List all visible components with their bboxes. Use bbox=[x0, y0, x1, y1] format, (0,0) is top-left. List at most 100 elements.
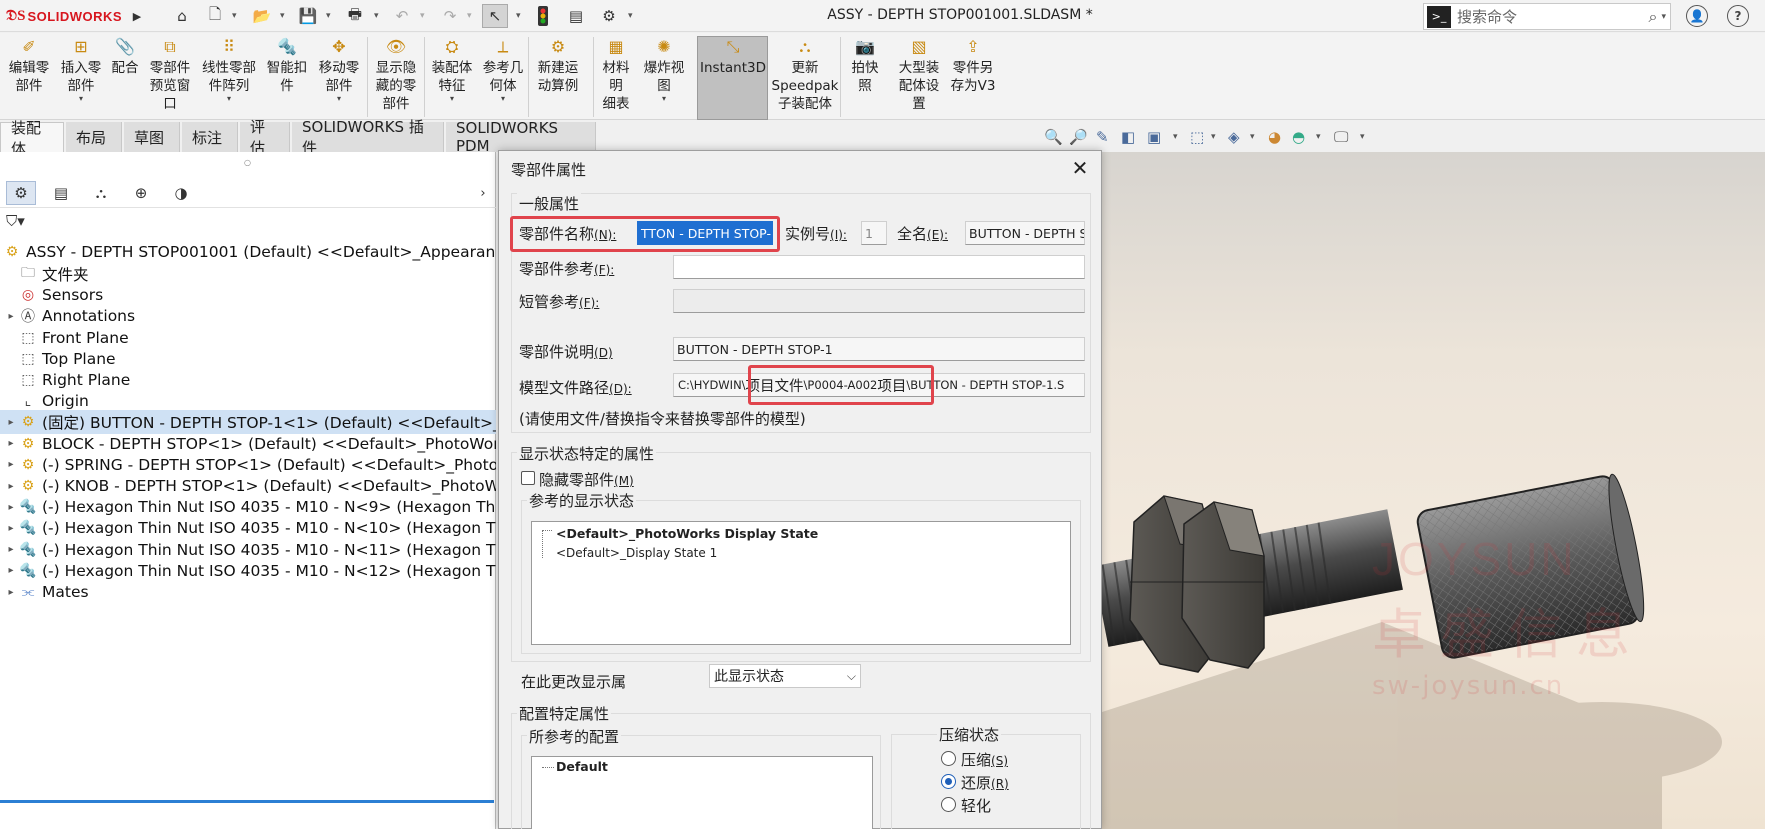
redo-icon[interactable]: ↷ bbox=[440, 4, 460, 28]
expand-arrow-icon[interactable]: ▸ bbox=[4, 565, 18, 576]
search-icon[interactable]: ⌕ bbox=[1649, 7, 1658, 27]
ribbon-insert-component-button[interactable]: ⊞ 插入零 部件 ▾ bbox=[57, 36, 105, 103]
panel-splitter-handle[interactable]: ○ bbox=[244, 158, 251, 167]
new-dropdown-icon[interactable]: ▾ bbox=[232, 4, 242, 28]
dropdown-arrow-icon[interactable]: ▾ bbox=[662, 95, 666, 103]
resolve-radio[interactable] bbox=[941, 774, 956, 789]
configuration-manager-tab-icon[interactable]: ⛬ bbox=[86, 181, 116, 205]
traffic-light-icon[interactable] bbox=[534, 4, 552, 28]
tab-layout[interactable]: 布局 bbox=[66, 122, 122, 152]
zoom-to-fit-icon[interactable]: 🔍 bbox=[1044, 128, 1063, 146]
config-item[interactable]: Default bbox=[556, 759, 608, 774]
file-properties-icon[interactable]: ▤ bbox=[565, 4, 587, 28]
menu-expand-icon[interactable]: ▶ bbox=[130, 4, 144, 28]
ribbon-linear-pattern-button[interactable]: ⠿ 线性零部 件阵列 ▾ bbox=[198, 36, 260, 103]
graphics-viewport[interactable]: JOYSUN 卓盛信息 sw-joysun.cn bbox=[1102, 152, 1765, 829]
dropdown-arrow-icon[interactable]: ▾ bbox=[501, 95, 505, 103]
dropdown-arrow-icon[interactable]: ▾ bbox=[337, 95, 341, 103]
zoom-area-icon[interactable]: 🔎 bbox=[1069, 128, 1088, 146]
display-manager-tab-icon[interactable]: ◑ bbox=[166, 181, 196, 205]
view-orientation-icon[interactable]: ⬚ bbox=[1190, 128, 1204, 146]
expand-arrow-icon[interactable]: ▸ bbox=[4, 502, 18, 513]
ribbon-large-assembly-button[interactable]: ▧ 大型装 配体设置 bbox=[894, 36, 944, 113]
save-dropdown-icon[interactable]: ▾ bbox=[326, 4, 336, 28]
ribbon-speedpak-button[interactable]: ⛬ 更新 Speedpak 子装配体 bbox=[772, 36, 839, 113]
dropdown-arrow-icon[interactable]: ▾ bbox=[450, 95, 454, 103]
tree-root-assembly[interactable]: ⚙ ASSY - DEPTH STOP001001 (Default) <<De… bbox=[0, 240, 496, 264]
display-state-item[interactable]: <Default>_Display State 1 bbox=[556, 546, 717, 560]
tab-evaluate[interactable]: 评估 bbox=[240, 118, 290, 157]
dropdown-arrow-icon[interactable]: ▾ bbox=[79, 95, 83, 103]
hide-show-dropdown-icon[interactable]: ▾ bbox=[1250, 132, 1255, 142]
dynamic-annotation-icon[interactable]: ▣ bbox=[1147, 128, 1161, 146]
ribbon-mate-button[interactable]: 📎 配合 bbox=[110, 36, 140, 77]
ribbon-move-component-button[interactable]: ✥ 移动零 部件 ▾ bbox=[316, 36, 362, 103]
tab-sketch[interactable]: 草图 bbox=[124, 122, 180, 152]
undo-dropdown-icon[interactable]: ▾ bbox=[420, 4, 430, 28]
user-account-icon[interactable]: 👤 bbox=[1686, 5, 1708, 27]
display-state-item-active[interactable]: <Default>_PhotoWorks Display State bbox=[556, 526, 818, 541]
ribbon-exploded-view-button[interactable]: ✺ 爆炸视图 ▾ bbox=[642, 36, 686, 103]
ribbon-motion-study-button[interactable]: ⚙ 新建运 动算例 bbox=[532, 36, 584, 95]
options-gear-icon[interactable]: ⚙ bbox=[598, 4, 620, 28]
ribbon-show-hidden-button[interactable]: 👁 显示隐 藏的零 部件 bbox=[372, 36, 420, 113]
expand-arrow-icon[interactable]: ▸ bbox=[4, 544, 18, 555]
orientation-dropdown-icon[interactable]: ▾ bbox=[1211, 132, 1216, 142]
hide-component-checkbox[interactable] bbox=[521, 471, 535, 485]
panel-expand-icon[interactable]: › bbox=[475, 181, 491, 205]
expand-arrow-icon[interactable]: ▸ bbox=[4, 311, 18, 322]
ribbon-assembly-feature-button[interactable]: ⛭ 装配体 特征 ▾ bbox=[428, 36, 476, 103]
component-description-field[interactable]: BUTTON - DEPTH STOP-1 bbox=[673, 337, 1085, 361]
expand-arrow-icon[interactable]: ▸ bbox=[4, 587, 18, 598]
dropdown-arrow-icon[interactable]: ▾ bbox=[227, 95, 231, 103]
print-dropdown-icon[interactable]: ▾ bbox=[374, 4, 384, 28]
select-arrow-icon[interactable]: ↖ bbox=[482, 4, 508, 28]
feature-manager-tab-icon[interactable]: ⚙ bbox=[6, 181, 36, 205]
select-dropdown-icon[interactable]: ▾ bbox=[516, 4, 526, 28]
home-icon[interactable]: ⌂ bbox=[170, 4, 194, 28]
help-icon[interactable]: ? bbox=[1727, 5, 1749, 27]
section-view-icon[interactable]: ◧ bbox=[1121, 128, 1135, 146]
search-input[interactable]: 搜索命令 bbox=[1457, 6, 1649, 27]
display-scope-select[interactable]: 此显示状态 ⌵ bbox=[709, 664, 861, 688]
scene-dropdown-icon[interactable]: ▾ bbox=[1316, 132, 1321, 142]
undo-icon[interactable]: ↶ bbox=[392, 4, 412, 28]
dimxpert-tab-icon[interactable]: ⊕ bbox=[126, 181, 156, 205]
tab-solidworks-addins[interactable]: SOLIDWORKS 插件 bbox=[292, 118, 444, 157]
close-icon[interactable]: ✕ bbox=[1067, 155, 1093, 181]
fullname-field[interactable]: BUTTON - DEPTH S bbox=[965, 221, 1085, 245]
ribbon-reference-geometry-button[interactable]: ⟂ 参考几 何体 ▾ bbox=[480, 36, 526, 103]
solidworks-logo[interactable]: 𝔇S SOLIDWORKS bbox=[6, 6, 122, 26]
expand-arrow-icon[interactable]: ▸ bbox=[4, 523, 18, 534]
save-icon[interactable]: 💾 bbox=[296, 4, 320, 28]
view-dropdown-icon[interactable]: ▾ bbox=[1173, 132, 1178, 142]
ribbon-instant3d-button[interactable]: ⤡ Instant3D bbox=[700, 36, 766, 77]
tree-rollback-bar[interactable] bbox=[0, 800, 494, 803]
settings-dropdown-icon[interactable]: ▾ bbox=[1360, 132, 1365, 142]
ribbon-smart-fastener-button[interactable]: 🔩 智能扣件 bbox=[264, 36, 310, 95]
open-file-icon[interactable]: 📂 bbox=[250, 4, 274, 28]
tree-item[interactable]: ▸ ⫘ Mates bbox=[0, 580, 496, 604]
display-state-list[interactable]: <Default>_PhotoWorks Display State <Defa… bbox=[531, 521, 1071, 645]
edit-appearance-icon[interactable]: ◕ bbox=[1268, 128, 1281, 146]
ribbon-preview-window-button[interactable]: ⧉ 零部件 预览窗口 bbox=[144, 36, 196, 113]
tab-markup[interactable]: 标注 bbox=[182, 122, 238, 152]
search-commands-box[interactable]: >_ 搜索命令 ⌕ ▾ bbox=[1423, 3, 1671, 30]
redo-dropdown-icon[interactable]: ▾ bbox=[467, 4, 477, 28]
lightweight-radio[interactable] bbox=[941, 797, 956, 812]
expand-arrow-icon[interactable]: ▸ bbox=[4, 481, 18, 492]
expand-arrow-icon[interactable]: ▸ bbox=[4, 438, 18, 449]
hide-show-items-icon[interactable]: ◈ bbox=[1228, 128, 1240, 146]
tree-filter-icon[interactable]: ⛉▾ bbox=[6, 212, 25, 230]
ribbon-snapshot-button[interactable]: 📷 拍快照 bbox=[847, 36, 883, 95]
expand-arrow-icon[interactable]: ▸ bbox=[4, 459, 18, 470]
ribbon-edit-component-button[interactable]: ✐ 编辑零 部件 bbox=[6, 36, 52, 95]
previous-view-icon[interactable]: ✎ bbox=[1096, 128, 1109, 146]
scene-icon[interactable]: ◓ bbox=[1292, 128, 1305, 146]
short-reference-field[interactable] bbox=[673, 289, 1085, 313]
open-dropdown-icon[interactable]: ▾ bbox=[280, 4, 290, 28]
component-reference-field[interactable] bbox=[673, 255, 1085, 279]
new-file-icon[interactable]: 🗋 bbox=[204, 4, 226, 28]
search-dropdown-icon[interactable]: ▾ bbox=[1661, 12, 1666, 22]
view-settings-icon[interactable]: 🖵 bbox=[1334, 128, 1348, 146]
